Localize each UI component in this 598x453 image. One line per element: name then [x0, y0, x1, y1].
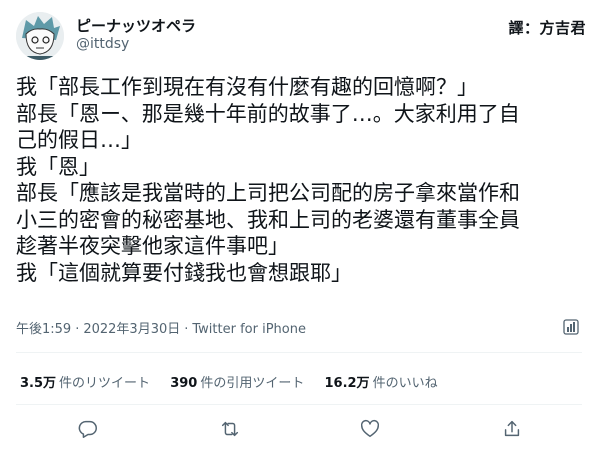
tweet-text: 我「部長工作到現在有沒有什麼有趣的回憶啊？」 部長「恩ー、那是幾十年前的故事了……: [16, 74, 582, 286]
translator-credit: 譯：方吉君: [508, 19, 586, 37]
meta-separator: ·: [184, 322, 189, 337]
retweet-stat[interactable]: 3.5万 件のリツイート: [20, 372, 150, 391]
retweet-count: 3.5万: [20, 376, 57, 391]
like-label: 件のいいね: [372, 376, 438, 391]
analytics-icon[interactable]: [562, 318, 580, 336]
tweet-text-line: 部長「應該是我當時的上司把公司配的房子拿來當作和: [16, 181, 520, 205]
like-icon[interactable]: [359, 418, 381, 440]
tweet-metadata: 午後1:59 · 2022年3月30日 · Twitter for iPhone: [16, 318, 306, 337]
tweet-date[interactable]: 2022年3月30日: [83, 322, 180, 337]
tweet-actions: [0, 414, 598, 444]
quote-label: 件の引用ツイート: [200, 376, 305, 391]
tweet-text-line: 己的假日…」: [16, 128, 142, 152]
like-stat[interactable]: 16.2万 件のいいね: [324, 372, 437, 391]
tweet-text-line: 小三的密會的秘密基地、我和上司的老婆還有董事全員: [16, 207, 520, 232]
avatar-image: [16, 12, 64, 60]
divider: [16, 404, 582, 405]
divider: [16, 352, 582, 353]
tweet-text-line: 我「這個就算要付錢我也會想跟耶」: [16, 260, 352, 285]
tweet-time[interactable]: 午後1:59: [16, 322, 71, 337]
tweet-text-line: 我「部長工作到現在有沒有什麼有趣的回憶啊？」: [16, 75, 478, 99]
tweet-text-line: 部長「恩ー、那是幾十年前的故事了…。大家利用了自: [16, 101, 520, 126]
tweet-source[interactable]: Twitter for iPhone: [192, 322, 306, 337]
retweet-label: 件のリツイート: [59, 376, 151, 391]
tweet-text-line: 我「恩」: [16, 154, 100, 179]
reply-icon[interactable]: [77, 418, 99, 440]
display-name[interactable]: ピーナッツオペラ: [76, 15, 196, 36]
share-icon[interactable]: [501, 418, 523, 440]
tweet-text-line: 趁著半夜突擊他家這件事吧」: [16, 234, 289, 258]
meta-separator: ·: [75, 322, 80, 337]
quote-stat[interactable]: 390 件の引用ツイート: [170, 372, 304, 391]
quote-count: 390: [170, 376, 198, 391]
like-count: 16.2万: [324, 376, 370, 391]
user-handle[interactable]: @ittdsy: [76, 36, 129, 52]
tweet-stats: 3.5万 件のリツイート 390 件の引用ツイート 16.2万 件のいいね: [20, 372, 454, 391]
avatar[interactable]: [16, 12, 64, 60]
retweet-icon[interactable]: [219, 418, 241, 440]
